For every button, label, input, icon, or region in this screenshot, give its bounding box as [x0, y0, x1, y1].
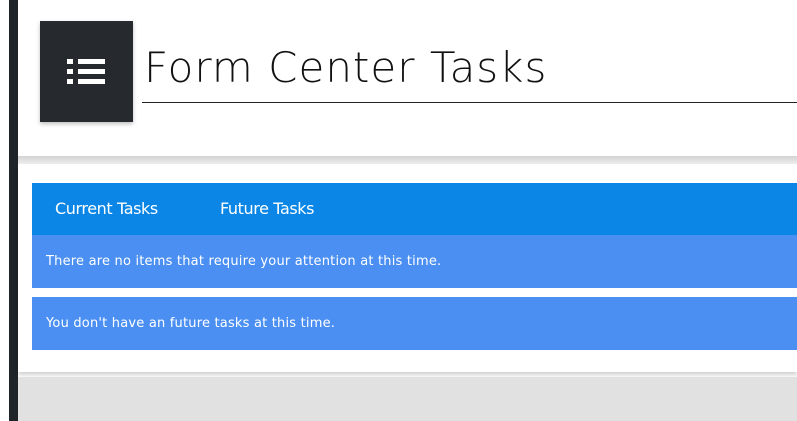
tab-current-tasks[interactable]: Current Tasks	[55, 183, 185, 235]
menu-dot-3	[66, 78, 73, 84]
menu-dot-2	[66, 68, 73, 74]
future-tasks-message: You don't have an future tasks at this t…	[32, 297, 797, 350]
menu-dot-1	[66, 58, 73, 64]
menu-line-3	[77, 78, 105, 84]
hamburger-list-icon[interactable]	[66, 56, 107, 88]
menu-line-1	[77, 58, 105, 64]
title-underline	[142, 102, 797, 103]
page-title: Form Center Tasks	[144, 43, 548, 92]
current-tasks-message: There are no items that require your att…	[32, 235, 797, 288]
header-shadow	[18, 156, 797, 164]
tab-future-tasks[interactable]: Future Tasks	[220, 183, 340, 235]
left-margin	[0, 0, 9, 421]
task-tabs: Current Tasks Future Tasks	[32, 183, 797, 235]
left-sidebar-edge	[9, 0, 18, 421]
menu-button[interactable]	[40, 21, 133, 122]
page-header: Form Center Tasks	[18, 0, 797, 158]
page-footer-area	[18, 377, 797, 421]
menu-line-2	[77, 68, 105, 74]
